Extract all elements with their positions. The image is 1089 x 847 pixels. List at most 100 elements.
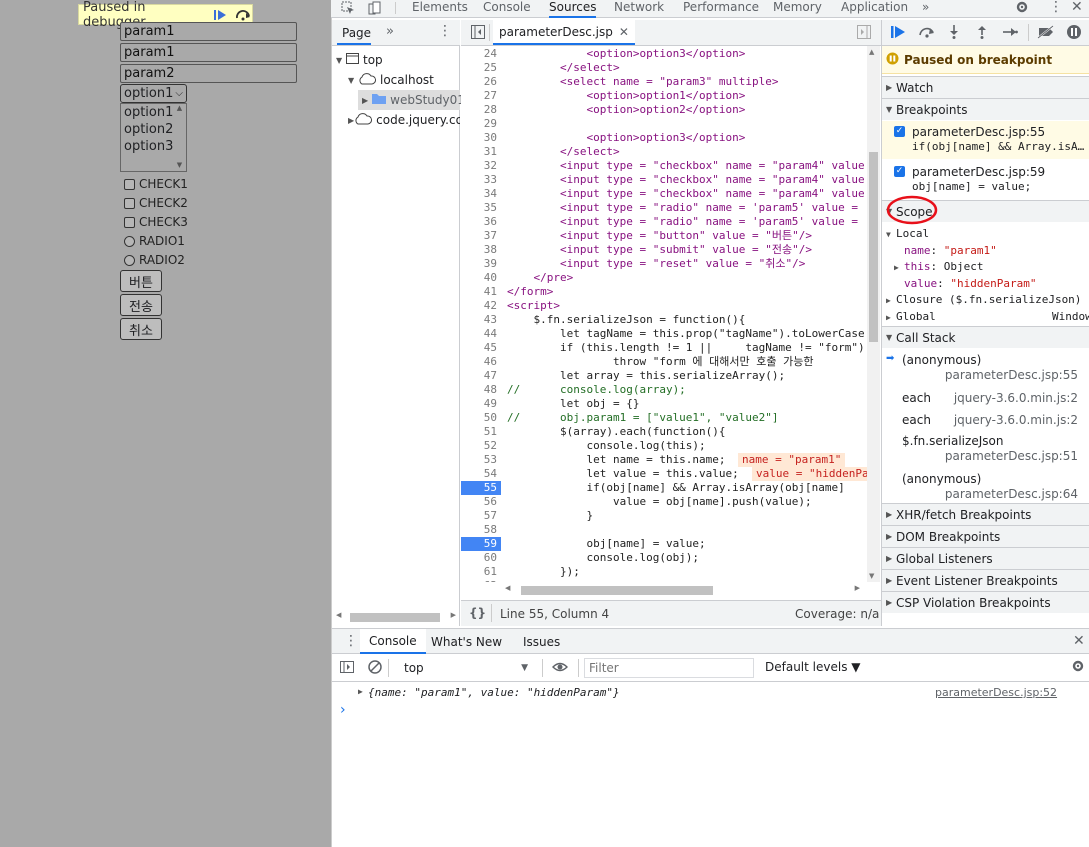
log-levels-dropdown[interactable]: Default levels ▼	[765, 660, 861, 674]
var-name[interactable]: name: "param1"	[886, 243, 1089, 259]
device-toolbar-icon[interactable]	[367, 1, 381, 18]
console-filter-input[interactable]	[584, 658, 754, 678]
kebab-menu-icon[interactable]: ⋮	[1049, 0, 1063, 15]
frame-location[interactable]: parameterDesc.jsp:55	[945, 368, 1078, 382]
show-sidebar-icon[interactable]	[340, 660, 354, 677]
param1-input-2[interactable]: param1	[120, 43, 297, 62]
scope-closure[interactable]: ▶ Closure ($.fn.serializeJson)	[886, 292, 1089, 309]
section-call-stack[interactable]: ▼ Call Stack	[882, 326, 1089, 348]
breakpoint-item-55[interactable]: ✓ parameterDesc.jsp:55 if(obj[name] && A…	[882, 121, 1089, 159]
drawer-tab-whats-new[interactable]: What's New	[431, 635, 502, 649]
checkbox-checked-icon[interactable]: ✓	[894, 126, 905, 137]
deactivate-breakpoints-icon[interactable]	[1037, 25, 1055, 42]
param1-input-1[interactable]: param1	[120, 22, 297, 41]
collapse-triangle-icon[interactable]: ▶	[362, 96, 368, 105]
tab-elements[interactable]: Elements	[412, 0, 468, 18]
step-out-icon[interactable]	[976, 25, 988, 42]
line-number[interactable]: 27	[461, 89, 501, 103]
tree-item-jquery[interactable]: ▶ code.jquery.com	[348, 110, 460, 130]
line-number[interactable]: 62	[461, 579, 501, 582]
console-prompt[interactable]: ›	[340, 702, 346, 718]
eye-icon[interactable]	[552, 660, 568, 677]
section-event-listener-breakpoints[interactable]: ▶ Event Listener Breakpoints	[882, 569, 1089, 591]
coverage-status[interactable]: Coverage: n/a	[795, 607, 879, 621]
line-number[interactable]: 43	[461, 313, 501, 327]
call-frame-2[interactable]: each jquery-3.6.0.min.js:2	[882, 410, 1089, 430]
frame-location[interactable]: jquery-3.6.0.min.js:2	[954, 413, 1078, 427]
line-number[interactable]: 50	[461, 411, 501, 425]
param-select[interactable]: option1 ⌵	[120, 84, 187, 103]
scope-local[interactable]: ▼ Local	[886, 226, 1089, 243]
line-number[interactable]: 48	[461, 383, 501, 397]
line-number[interactable]: 53	[461, 453, 501, 467]
close-devtools-icon[interactable]: ✕	[1071, 0, 1083, 15]
line-number[interactable]: 25	[461, 61, 501, 75]
line-number[interactable]: 39	[461, 257, 501, 271]
toggle-debugger-icon[interactable]	[857, 25, 871, 42]
tree-item-localhost[interactable]: ▼ localhost	[348, 70, 434, 90]
drawer-menu-icon[interactable]: ⋮	[344, 633, 358, 649]
inspect-element-icon[interactable]	[341, 1, 355, 18]
line-number[interactable]: 57	[461, 509, 501, 523]
line-number[interactable]: 52	[461, 439, 501, 453]
line-number[interactable]: 37	[461, 229, 501, 243]
call-frame-0[interactable]: ➡ (anonymous) parameterDesc.jsp:55	[882, 349, 1089, 386]
line-number[interactable]: 54	[461, 467, 501, 481]
tree-item-top[interactable]: ▼ top	[336, 50, 383, 70]
resume-icon[interactable]	[890, 25, 906, 42]
scope-global[interactable]: ▶ Global Window	[886, 309, 1089, 326]
check1[interactable]: CHECK1	[124, 177, 188, 191]
code-editor[interactable]: 24 <option>option3</option> 25 </select> 2…	[461, 46, 867, 582]
line-number[interactable]: 30	[461, 131, 501, 145]
expand-triangle-icon[interactable]: ▼	[336, 56, 346, 65]
line-number[interactable]: 60	[461, 551, 501, 565]
checkbox-icon[interactable]	[124, 216, 135, 228]
check3[interactable]: CHECK3	[124, 215, 188, 229]
param2-input[interactable]: param2	[120, 64, 297, 83]
line-number[interactable]: 58	[461, 523, 501, 537]
section-dom-breakpoints[interactable]: ▶ DOM Breakpoints	[882, 525, 1089, 547]
step-into-icon[interactable]	[948, 25, 960, 42]
line-number[interactable]: 40	[461, 271, 501, 285]
line-number[interactable]: 49	[461, 397, 501, 411]
toggle-navigator-icon[interactable]	[471, 25, 485, 42]
line-number[interactable]: 36	[461, 215, 501, 229]
line-number[interactable]: 42	[461, 299, 501, 313]
check2[interactable]: CHECK2	[124, 196, 188, 210]
expand-triangle-icon[interactable]: ▼	[348, 76, 358, 85]
frame-location[interactable]: jquery-3.6.0.min.js:2	[954, 391, 1078, 405]
tab-page[interactable]: Page	[342, 26, 371, 40]
line-number[interactable]: 35	[461, 201, 501, 215]
line-number[interactable]: 44	[461, 327, 501, 341]
frame-location[interactable]: parameterDesc.jsp:51	[945, 449, 1078, 463]
tree-item-webstudy01[interactable]: ▶ webStudy01	[358, 90, 465, 110]
line-number[interactable]: 33	[461, 173, 501, 187]
navigator-hscrollbar[interactable]: ◀ ▶	[336, 611, 456, 623]
checkbox-checked-icon[interactable]: ✓	[894, 166, 905, 177]
file-tab-parameterdesc[interactable]: parameterDesc.jsp ✕	[493, 20, 635, 45]
console-message[interactable]: ▶ {name: "param1", value: "hiddenParam"}…	[332, 685, 1089, 703]
line-number[interactable]: 59	[461, 537, 501, 551]
section-csp-breakpoints[interactable]: ▶ CSP Violation Breakpoints	[882, 591, 1089, 613]
line-number[interactable]: 26	[461, 75, 501, 89]
line-number[interactable]: 47	[461, 369, 501, 383]
close-drawer-icon[interactable]: ✕	[1073, 633, 1085, 649]
more-tabs-chevron[interactable]: »	[922, 0, 929, 18]
drawer-tab-console[interactable]: Console	[360, 629, 426, 654]
reset-button[interactable]: 취소	[120, 318, 162, 340]
line-number[interactable]: 41	[461, 285, 501, 299]
section-watch[interactable]: ▶ Watch	[882, 76, 1089, 98]
resume-icon[interactable]	[212, 7, 229, 23]
call-frame-3[interactable]: $.fn.serializeJson parameterDesc.jsp:51	[882, 432, 1089, 468]
console-message-source[interactable]: parameterDesc.jsp:52	[935, 686, 1057, 699]
close-tab-icon[interactable]: ✕	[619, 25, 629, 39]
context-selector[interactable]: top ▼	[396, 659, 532, 677]
logged-object[interactable]: {name: "param1", value: "hiddenParam"}	[368, 686, 620, 699]
drawer-tab-issues[interactable]: Issues	[523, 635, 560, 649]
expand-object-icon[interactable]: ▶	[358, 687, 363, 696]
call-frame-1[interactable]: each jquery-3.6.0.min.js:2	[882, 388, 1089, 408]
line-number[interactable]: 29	[461, 117, 501, 131]
button-button[interactable]: 버튼	[120, 270, 162, 292]
section-xhr-breakpoints[interactable]: ▶ XHR/fetch Breakpoints	[882, 503, 1089, 525]
line-number[interactable]: 24	[461, 47, 501, 61]
